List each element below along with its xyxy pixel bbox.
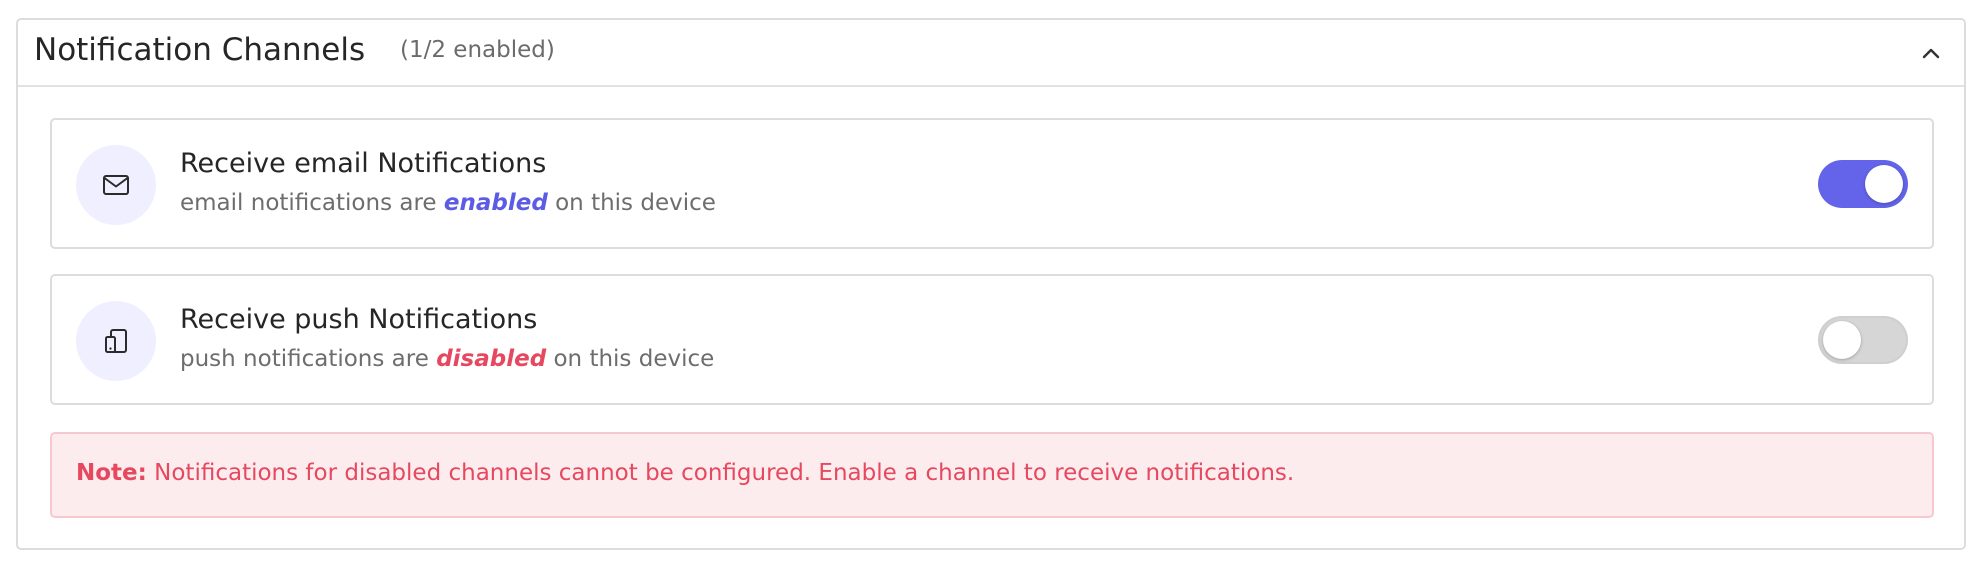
email-channel-card: Receive email Notifications email notifi… (50, 118, 1934, 249)
panel-header[interactable]: Notification Channels (1/2 enabled) (18, 20, 1964, 87)
push-state-text: disabled (436, 346, 547, 372)
push-channel-description: push notifications are disabled on this … (180, 346, 714, 372)
email-toggle[interactable] (1818, 160, 1908, 208)
email-desc-suffix: on this device (555, 190, 716, 216)
push-desc-prefix: push notifications are (180, 346, 429, 372)
email-channel-description: email notifications are enabled on this … (180, 190, 716, 216)
panel-title: Notification Channels (34, 32, 366, 68)
push-channel-title: Receive push Notifications (180, 304, 538, 335)
email-desc-prefix: email notifications are (180, 190, 437, 216)
device-icon (76, 301, 156, 381)
note-text: Note: Notifications for disabled channel… (76, 460, 1294, 486)
note-label: Note: (76, 460, 147, 486)
email-channel-title: Receive email Notifications (180, 148, 547, 179)
toggle-knob (1823, 321, 1861, 359)
enabled-count: (1/2 enabled) (400, 37, 555, 63)
notification-channels-panel: Notification Channels (1/2 enabled) Rece… (16, 18, 1966, 550)
note-banner: Note: Notifications for disabled channel… (50, 432, 1934, 518)
toggle-knob (1865, 165, 1903, 203)
push-desc-suffix: on this device (553, 346, 715, 372)
chevron-up-icon[interactable] (1916, 38, 1946, 68)
push-channel-card: Receive push Notifications push notifica… (50, 274, 1934, 405)
note-message: Notifications for disabled channels cann… (154, 460, 1295, 486)
email-state-text: enabled (443, 190, 548, 216)
mail-icon (76, 145, 156, 225)
push-toggle[interactable] (1818, 316, 1908, 364)
